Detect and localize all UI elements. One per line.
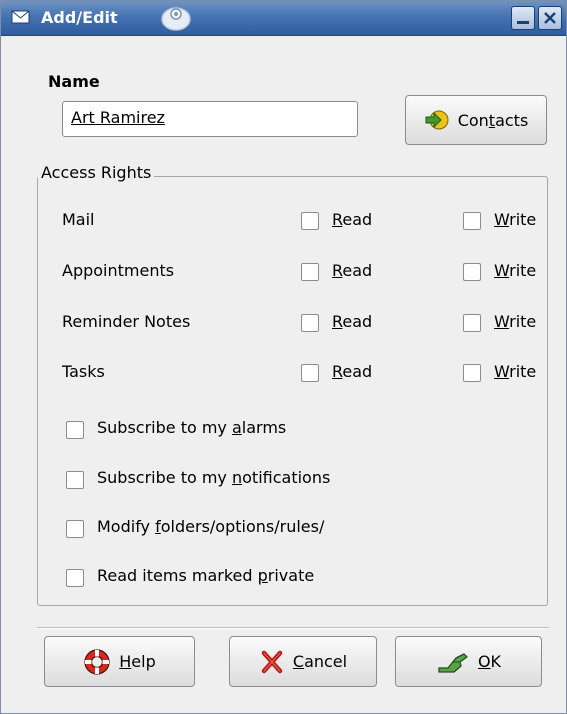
reminder-notes-write-checkbox[interactable] <box>463 314 481 332</box>
hand-icon <box>438 652 468 673</box>
subscribe-notifications-checkbox[interactable] <box>66 471 84 489</box>
name-label: Name <box>48 72 100 91</box>
cancel-button[interactable]: Cancel <box>229 636 377 687</box>
close-icon <box>544 12 556 24</box>
ok-button-label: OK <box>477 652 502 671</box>
tasks-read-checkbox[interactable] <box>301 364 319 382</box>
mail-write-checkbox[interactable] <box>463 212 481 230</box>
tasks-write-label: Write <box>494 362 537 381</box>
mail-read-label: Read <box>332 210 373 229</box>
tasks-write-checkbox[interactable] <box>463 364 481 382</box>
name-field[interactable]: Art Ramirez <box>62 101 358 137</box>
minimize-button[interactable] <box>511 6 535 30</box>
x-icon <box>261 650 283 673</box>
appointments-write-label: Write <box>494 261 537 280</box>
access-rights-group <box>37 176 548 606</box>
reminder-notes-read-checkbox[interactable] <box>301 314 319 332</box>
title-bar[interactable]: Add/Edit <box>1 1 566 36</box>
mail-label: Mail <box>62 210 95 229</box>
cancel-button-label: Cancel <box>292 652 348 671</box>
read-private-label: Read items marked private <box>97 566 315 585</box>
tasks-read-label: Read <box>332 362 373 381</box>
contacts-button-label: Contacts <box>457 110 529 130</box>
groupwise-logo-icon <box>161 7 191 31</box>
help-button-label: Help <box>119 652 156 671</box>
minimize-icon <box>517 21 529 24</box>
reminder-notes-write-label: Write <box>494 312 537 331</box>
close-button[interactable] <box>538 6 562 30</box>
access-rights-title: Access Rights <box>38 163 155 182</box>
tasks-label: Tasks <box>62 362 105 381</box>
button-separator <box>37 627 549 629</box>
modify-folders-checkbox[interactable] <box>66 520 84 538</box>
reminder-notes-label: Reminder Notes <box>62 312 191 331</box>
subscribe-alarms-checkbox[interactable] <box>66 421 84 439</box>
ok-button[interactable]: OK <box>395 636 542 687</box>
subscribe-alarms-label: Subscribe to my alarms <box>97 418 287 437</box>
arrow-right-icon <box>425 110 449 130</box>
add-edit-dialog: Add/Edit Name Art Ramirez Contacts Acces… <box>0 0 567 714</box>
appointments-label: Appointments <box>62 261 175 280</box>
appointments-read-label: Read <box>332 261 373 280</box>
read-private-checkbox[interactable] <box>66 569 84 587</box>
appointments-read-checkbox[interactable] <box>301 263 319 281</box>
mail-write-label: Write <box>494 210 537 229</box>
lifebuoy-icon <box>84 648 110 675</box>
appointments-write-checkbox[interactable] <box>463 263 481 281</box>
contacts-button[interactable]: Contacts <box>405 95 547 145</box>
mail-read-checkbox[interactable] <box>301 212 319 230</box>
reminder-notes-read-label: Read <box>332 312 373 331</box>
envelope-icon <box>11 10 30 24</box>
help-button[interactable]: Help <box>44 636 195 687</box>
window-title: Add/Edit <box>41 8 118 27</box>
modify-folders-label: Modify folders/options/rules/ <box>97 517 325 536</box>
subscribe-notifications-label: Subscribe to my notifications <box>97 468 331 487</box>
